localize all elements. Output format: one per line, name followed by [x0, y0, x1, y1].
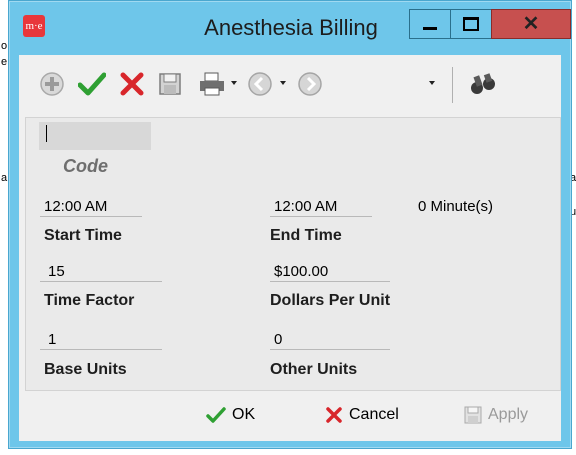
other-units-label: Other Units	[270, 361, 358, 378]
minimize-icon	[423, 26, 437, 30]
accept-toolbar-button[interactable]	[77, 69, 107, 99]
time-factor-label: Time Factor	[44, 292, 135, 309]
ok-label: OK	[232, 406, 256, 423]
time-factor-underline	[40, 281, 162, 282]
floppy-disk-icon	[159, 73, 181, 95]
text-cursor	[46, 125, 47, 142]
other-units-underline	[270, 349, 390, 350]
back-dropdown-arrow-icon[interactable]	[280, 81, 286, 85]
base-units-underline	[40, 349, 162, 350]
save-toolbar-button[interactable]	[155, 69, 185, 99]
printer-icon	[200, 72, 224, 96]
cancel-label: Cancel	[349, 406, 399, 423]
end-time-input[interactable]: 12:00 AM	[274, 198, 337, 215]
duration-readout: 0 Minute(s)	[418, 198, 494, 215]
close-button[interactable]: ✕	[491, 9, 571, 39]
background-text-fragment: o	[1, 40, 8, 52]
anesthesia-billing-dialog: m·e Anesthesia Billing ✕ Code 12:00 AM S…	[8, 0, 572, 449]
checkmark-icon	[78, 72, 106, 96]
dollars-per-unit-underline	[270, 281, 390, 282]
code-input[interactable]	[39, 122, 151, 150]
find-toolbar-button[interactable]	[468, 69, 498, 99]
add-icon	[40, 72, 64, 96]
end-time-underline	[270, 216, 372, 217]
binoculars-icon	[471, 73, 495, 94]
maximize-icon	[463, 17, 479, 31]
red-x-icon	[326, 407, 342, 423]
cancel-button[interactable]: Cancel	[325, 403, 399, 427]
dollars-per-unit-input[interactable]: $100.00	[274, 263, 328, 280]
delete-toolbar-button[interactable]	[117, 69, 147, 99]
add-record-button[interactable]	[37, 69, 67, 99]
start-time-input[interactable]: 12:00 AM	[44, 198, 107, 215]
app-logo-icon: m·e	[23, 15, 45, 37]
back-toolbar-button[interactable]	[245, 69, 275, 99]
forward-arrow-icon	[298, 72, 322, 96]
close-icon: ✕	[522, 13, 540, 35]
red-x-icon	[120, 72, 144, 96]
maximize-button[interactable]	[450, 9, 492, 39]
ok-button[interactable]: OK	[206, 403, 255, 427]
apply-label: Apply	[488, 406, 529, 423]
title-bar[interactable]: m·e Anesthesia Billing ✕	[9, 1, 571, 55]
billing-form: Code 12:00 AM Start Time 12:00 AM End Ti…	[25, 117, 561, 391]
start-time-underline	[40, 216, 142, 217]
background-text-fragment: e	[1, 56, 8, 68]
print-dropdown-arrow-icon[interactable]	[231, 81, 237, 85]
base-units-label: Base Units	[44, 361, 127, 378]
other-units-input[interactable]: 0	[274, 331, 282, 348]
base-units-input[interactable]: 1	[48, 331, 56, 348]
print-toolbar-button[interactable]	[197, 69, 227, 99]
toolbar	[19, 55, 561, 111]
end-time-label: End Time	[270, 227, 342, 244]
dialog-button-bar: OK Cancel Apply	[19, 391, 561, 441]
window-title: Anesthesia Billing	[204, 15, 378, 40]
apply-button[interactable]: Apply	[464, 403, 528, 427]
forward-toolbar-button[interactable]	[295, 69, 325, 99]
checkmark-icon	[206, 407, 226, 423]
toolbar-separator	[452, 67, 453, 103]
forward-dropdown-arrow-icon[interactable]	[429, 81, 435, 85]
code-label: Code	[63, 156, 108, 176]
floppy-disk-icon	[464, 406, 482, 424]
minimize-button[interactable]	[409, 9, 451, 39]
dollars-per-unit-label: Dollars Per Unit	[270, 292, 391, 309]
background-text-fragment: a	[1, 172, 8, 184]
time-factor-input[interactable]: 15	[48, 263, 65, 280]
back-arrow-icon	[248, 72, 272, 96]
start-time-label: Start Time	[44, 227, 122, 244]
dialog-client-area: Code 12:00 AM Start Time 12:00 AM End Ti…	[19, 55, 561, 441]
